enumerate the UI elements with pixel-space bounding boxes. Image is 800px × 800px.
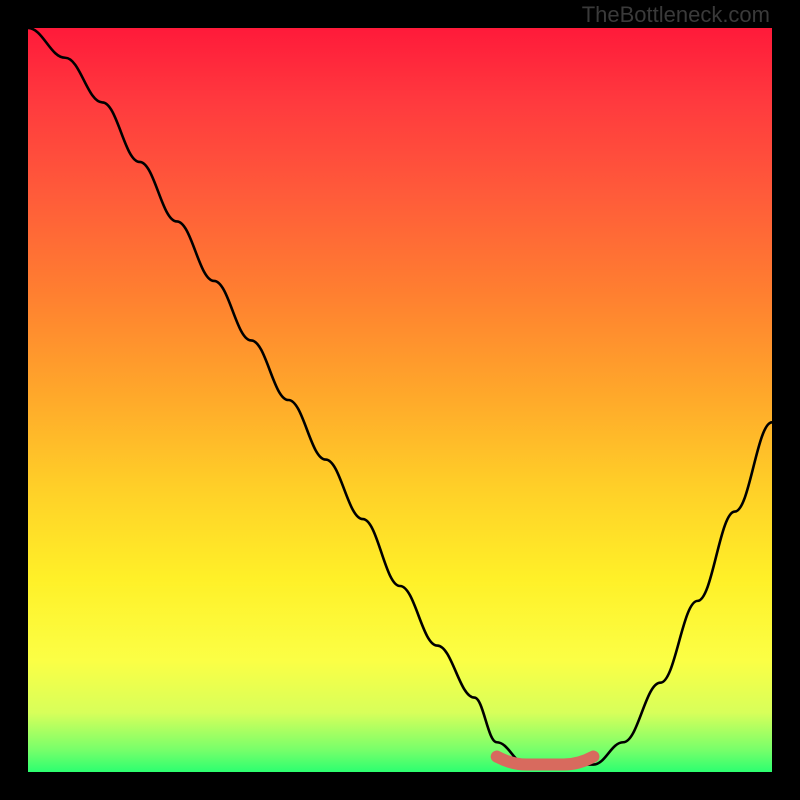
watermark-label: TheBottleneck.com — [582, 2, 770, 28]
chart-gradient-frame — [28, 28, 772, 772]
optimal-range-marker — [497, 757, 594, 765]
chart-svg — [28, 28, 772, 772]
bottleneck-curve — [28, 28, 772, 765]
